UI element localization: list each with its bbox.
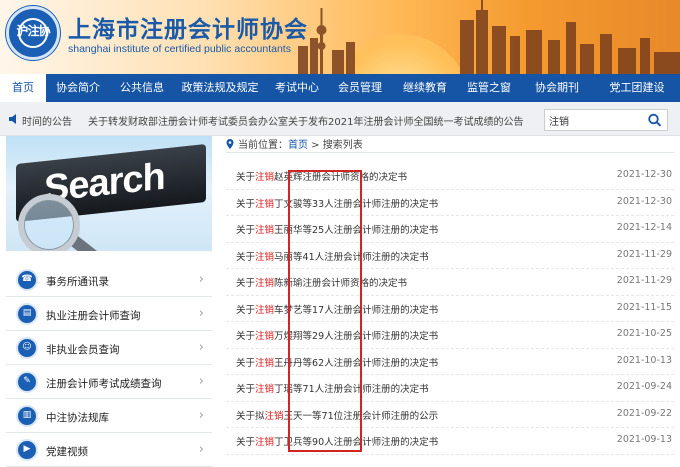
chevron-right-icon: › [198,408,204,423]
notice-label: 时间的公告 [22,117,72,128]
menu-firm-directory[interactable]: ☎ 事务所通讯录 › [6,263,212,297]
notice-marquee-link[interactable]: 关于转发财政部注册会计师考试委员会办公室关于发布2021年注册会计师全国统一考试… [88,113,523,128]
result-date: 2021-11-15 [616,301,672,313]
site-header: 沪注协 上海市注册会计师协会 shanghai institute of cer… [0,0,680,74]
nav-policies[interactable]: 政策法规及规定 [174,74,266,102]
nav-supervision[interactable]: 监管之窗 [458,74,520,102]
document-icon: ✎ [16,371,38,393]
result-date: 2021-10-25 [616,328,672,339]
result-date: 2021-09-13 [616,434,672,445]
highlight-annotation-box [288,170,362,452]
quick-links-menu: ☎ 事务所通讯录 › ▤ 执业注册会计师查询 › ☺ 非执业会员查询 › ✎ 注… [6,263,212,467]
menu-exam-score-lookup[interactable]: ✎ 注册会计师考试成绩查询 › [6,365,212,399]
nav-continuing-edu[interactable]: 继续教育 [392,74,458,102]
breadcrumb-home[interactable]: 首页 [288,140,308,151]
notice-bar: 时间的公告 关于转发财政部注册会计师考试委员会办公室关于发布2021年注册会计师… [0,102,680,136]
chevron-right-icon: › [198,340,204,355]
result-date: 2021-12-14 [616,222,672,233]
chevron-right-icon: › [198,272,204,287]
logo-text: 沪注协 [16,24,50,38]
nav-exam-center[interactable]: 考试中心 [266,74,328,102]
nav-home[interactable]: 首页 [0,74,46,102]
menu-nonpracticing-lookup[interactable]: ☺ 非执业会员查询 › [6,331,212,365]
magnifier-icon [18,194,80,251]
menu-cpa-lookup[interactable]: ▤ 执业注册会计师查询 › [6,297,212,331]
search-box [544,109,668,131]
divider [226,152,674,153]
nav-member-mgmt[interactable]: 会员管理 [328,74,392,102]
main-nav: 首页 协会简介 公共信息 政策法规及规定 考试中心 会员管理 继续教育 监管之窗… [0,74,680,102]
result-date: 2021-11-29 [616,275,672,286]
nav-journal[interactable]: 协会期刊 [520,74,594,102]
id-card-icon: ▤ [16,303,38,325]
breadcrumb: 当前位置：首页 > 搜索列表 [226,136,674,151]
nav-about[interactable]: 协会简介 [46,74,110,102]
user-icon: ☺ [16,337,38,359]
search-banner-image: Search [6,136,212,251]
site-subtitle: shanghai institute of certified public a… [68,43,291,55]
nav-party-building[interactable]: 党工团建设 [594,74,680,102]
result-date: 2021-12-30 [616,195,672,207]
menu-regulations-library[interactable]: ▥ 中注协法规库 › [6,399,212,433]
city-skyline-image [298,0,680,74]
result-date: 2021-09-24 [616,381,672,392]
search-icon[interactable] [647,113,663,127]
nav-public-info[interactable]: 公共信息 [110,74,174,102]
association-logo[interactable]: 沪注协 [6,6,60,60]
result-date: 2021-10-13 [616,354,672,366]
search-input[interactable] [545,110,641,130]
result-date: 2021-12-30 [616,169,672,180]
site-title[interactable]: 上海市注册会计师协会 [68,10,308,44]
result-date: 2021-11-29 [616,248,672,260]
breadcrumb-current: 搜索列表 [322,140,363,151]
address-book-icon: ☎ [16,269,38,291]
video-icon: ▶ [16,439,38,461]
menu-party-video[interactable]: ▶ 党建视频 › [6,433,212,467]
location-pin-icon [226,139,234,149]
chevron-right-icon: › [198,306,204,321]
result-date: 2021-09-22 [616,407,672,419]
speaker-icon [9,114,16,124]
book-icon: ▥ [16,405,38,427]
chevron-right-icon: › [198,374,204,389]
